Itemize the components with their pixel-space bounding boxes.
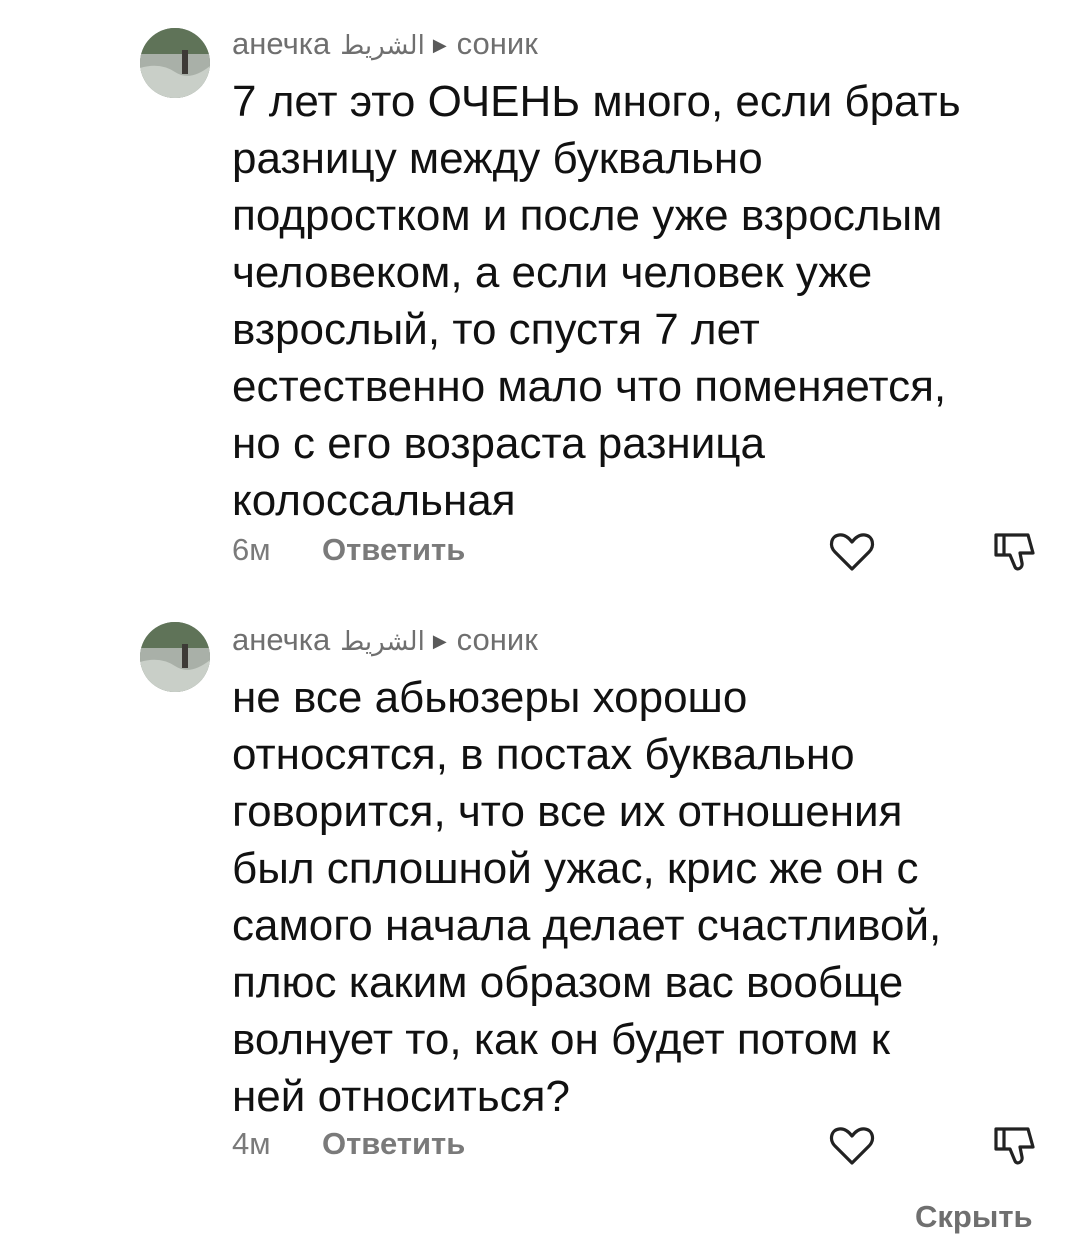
reply-to-name[interactable]: соник xyxy=(457,26,538,61)
avatar[interactable] xyxy=(140,28,210,98)
author-tag: الشريط xyxy=(340,627,425,657)
heart-outline-icon xyxy=(829,1127,875,1165)
reply-to-arrow-icon: ▶ xyxy=(432,631,447,651)
avatar[interactable] xyxy=(140,622,210,692)
hide-replies-button[interactable]: Скрыть xyxy=(915,1197,1033,1237)
comment-meta: 4м Ответить xyxy=(232,1124,465,1164)
author-name[interactable]: анечка xyxy=(232,26,330,61)
reply-to-name[interactable]: соник xyxy=(457,622,538,657)
comment-time: 4м xyxy=(232,1126,271,1161)
dislike-button[interactable] xyxy=(990,527,1040,577)
author-name[interactable]: анечка xyxy=(232,622,330,657)
like-button[interactable] xyxy=(827,1121,877,1171)
comment-header: анечка الشريط ▶ соник xyxy=(232,24,538,64)
comment-text: 7 лет это ОЧЕНЬ много, если брать разниц… xyxy=(232,77,961,525)
heart-outline-icon xyxy=(829,533,875,571)
comment-meta: 6м Ответить xyxy=(232,530,465,570)
reply-button[interactable]: Ответить xyxy=(322,532,465,567)
reply-button[interactable]: Ответить xyxy=(322,1126,465,1161)
thumbs-down-outline-icon xyxy=(994,1127,1035,1165)
dislike-button[interactable] xyxy=(990,1121,1040,1171)
author-tag: الشريط xyxy=(340,31,425,61)
comment-header: анечка الشريط ▶ соник xyxy=(232,620,538,660)
like-button[interactable] xyxy=(827,527,877,577)
reply-to-arrow-icon: ▶ xyxy=(432,35,447,55)
comment-text: не все абьюзеры хорошо относятся, в пост… xyxy=(232,673,942,1121)
thumbs-down-outline-icon xyxy=(994,533,1035,571)
comment-time: 6м xyxy=(232,532,271,567)
